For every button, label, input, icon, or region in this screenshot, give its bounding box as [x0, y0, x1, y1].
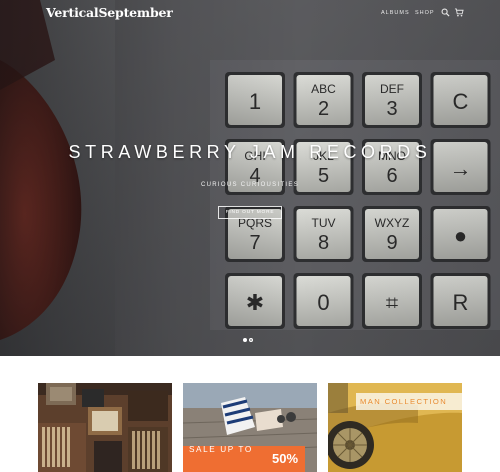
nav-albums-link[interactable]: ALBUMS: [381, 10, 410, 16]
record-store-image: [38, 383, 172, 472]
hero-subtitle: CURIOUS CURIOUSITIES: [200, 182, 299, 188]
top-navbar: VerticalSeptember ALBUMS SHOP: [0, 0, 500, 28]
site-logo[interactable]: VerticalSeptember: [46, 5, 173, 20]
hero-banner: 1ABC2DEF3CGHI4JKL5MNO6→PQRS7TUV8WXYZ9●✱0…: [0, 0, 500, 356]
hero-shade-overlay: [0, 0, 500, 356]
sale-value: 50%: [272, 451, 299, 466]
tile-record-store[interactable]: [38, 383, 172, 472]
search-icon[interactable]: [441, 8, 450, 17]
slider-dot-1[interactable]: [243, 338, 247, 342]
slider-dots: [243, 338, 257, 343]
man-collection-label: MAN COLLECTION: [360, 397, 448, 406]
tile-man-collection[interactable]: MAN COLLECTION: [328, 383, 462, 472]
nav-shop-link[interactable]: SHOP: [415, 10, 435, 16]
find-out-more-button[interactable]: FIND OUT MORE: [218, 206, 282, 219]
tile-sale[interactable]: SALE UP TO 50%: [183, 383, 317, 472]
cart-icon[interactable]: [454, 8, 464, 17]
hero-title: STRAWBERRY JAM RECORDS: [68, 142, 432, 162]
slider-dot-2[interactable]: [249, 338, 253, 342]
sale-label: SALE UP TO: [189, 445, 253, 454]
